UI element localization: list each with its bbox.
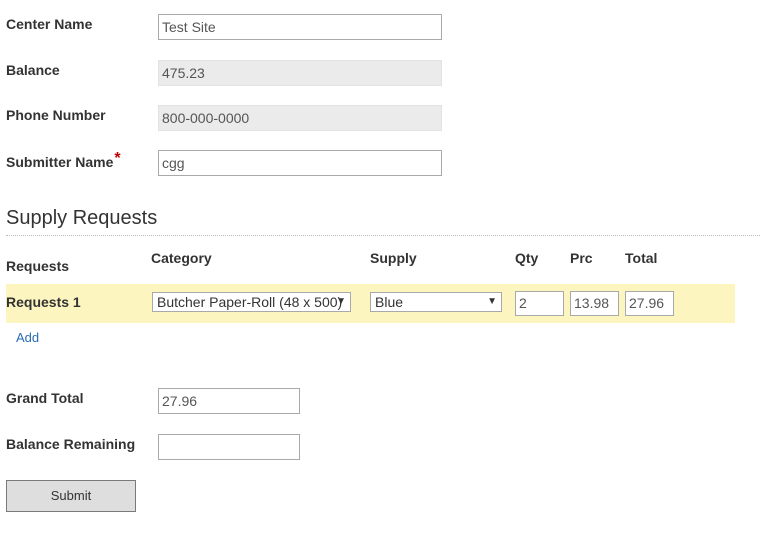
center-name-label: Center Name [6, 16, 93, 32]
submitter-name-label: Submitter Name* [6, 150, 121, 172]
balance-field: 475.23 [158, 60, 442, 86]
grand-total-label: Grand Total [6, 390, 84, 406]
balance-remaining-label: Balance Remaining [6, 436, 136, 452]
category-select[interactable]: Butcher Paper-Roll (48 x 500) ▼ [152, 292, 351, 312]
header-total: Total [625, 250, 658, 266]
header-qty: Qty [515, 250, 539, 266]
prc-input[interactable]: 13.98 [570, 291, 619, 316]
header-category: Category [151, 250, 212, 266]
grand-total-input[interactable]: 27.96 [158, 388, 300, 414]
header-requests: Requests [6, 258, 70, 274]
qty-input[interactable]: 2 [515, 291, 564, 316]
supply-select-value: Blue [375, 294, 404, 310]
phone-number-field: 800-000-0000 [158, 105, 442, 131]
phone-number-label: Phone Number [6, 107, 106, 123]
balance-remaining-input[interactable] [158, 434, 300, 460]
row-label: Requests 1 [6, 294, 81, 310]
balance-label: Balance [6, 62, 60, 78]
submitter-name-label-text: Submitter Name [6, 154, 114, 170]
category-select-value: Butcher Paper-Roll (48 x 500) [157, 294, 343, 310]
add-request-link[interactable]: Add [16, 330, 39, 345]
section-divider [6, 235, 760, 236]
center-name-input[interactable]: Test Site [158, 14, 442, 40]
header-prc: Prc [570, 250, 593, 266]
supply-select[interactable]: Blue ▼ [370, 292, 502, 312]
chevron-down-icon: ▼ [487, 296, 497, 307]
total-input[interactable]: 27.96 [625, 291, 674, 316]
chevron-down-icon: ▼ [336, 296, 346, 307]
supply-requests-title: Supply Requests [6, 207, 158, 229]
header-supply: Supply [370, 250, 417, 266]
submit-button[interactable]: Submit [6, 480, 136, 512]
required-marker: * [114, 150, 121, 167]
submitter-name-input[interactable]: cgg [158, 150, 442, 176]
